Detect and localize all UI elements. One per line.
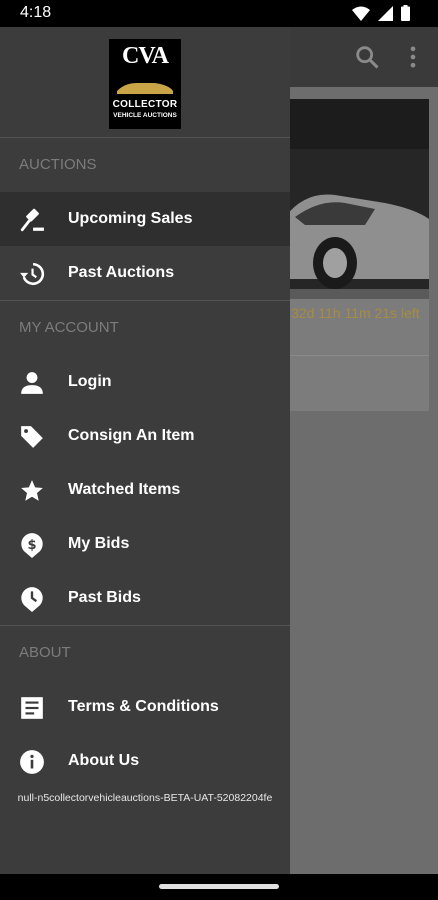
section-header-about: ABOUT (19, 644, 71, 661)
nav-label: Upcoming Sales (68, 210, 193, 227)
home-gesture-handle[interactable] (159, 884, 279, 889)
svg-text:$: $ (27, 538, 36, 553)
logo-line2: VEHICLE AUCTIONS (113, 112, 177, 119)
navigation-drawer: CVA COLLECTOR VEHICLE AUCTIONS AUCTIONS … (0, 27, 290, 874)
logo-monogram: CVA (122, 43, 169, 69)
section-header-auctions: AUCTIONS (19, 156, 97, 173)
nav-label: Consign An Item (68, 427, 195, 444)
nav-label: Watched Items (68, 481, 181, 498)
nav-label: Past Bids (68, 589, 141, 606)
battery-icon (401, 5, 410, 21)
nav-item-past-bids[interactable]: Past Bids (0, 571, 290, 625)
person-icon (21, 372, 43, 394)
nav-item-login[interactable]: Login (0, 355, 290, 409)
logo-car-graphic (117, 83, 173, 94)
star-icon (21, 480, 43, 501)
build-id: null-n5collectorvehicleauctions-BETA-UAT… (17, 792, 273, 804)
search-icon[interactable] (353, 43, 381, 71)
auction-time-left: 32d 11h 11m 21s left (291, 305, 420, 321)
status-icons (352, 5, 410, 21)
wifi-icon (352, 6, 370, 21)
drawer-header: CVA COLLECTOR VEHICLE AUCTIONS (0, 27, 290, 138)
nav-label: My Bids (68, 535, 130, 552)
bid-clock-icon (21, 587, 43, 612)
nav-label: Past Auctions (68, 264, 175, 281)
system-nav-bar (0, 874, 438, 900)
nav-label: Terms & Conditions (68, 698, 219, 715)
tag-icon (21, 426, 43, 448)
document-icon (21, 697, 43, 719)
info-icon (20, 750, 44, 774)
more-vert-icon[interactable] (399, 43, 427, 71)
logo-line1: COLLECTOR (112, 99, 178, 110)
nav-item-my-bids[interactable]: $ My Bids (0, 517, 290, 571)
section-header-my-account: MY ACCOUNT (19, 319, 119, 336)
nav-item-upcoming-sales[interactable]: Upcoming Sales (0, 192, 290, 246)
nav-label: Login (68, 373, 112, 390)
cva-logo: CVA COLLECTOR VEHICLE AUCTIONS (109, 39, 181, 129)
status-time: 4:18 (20, 4, 52, 21)
nav-item-consign[interactable]: Consign An Item (0, 409, 290, 463)
bid-dollar-icon: $ (21, 533, 43, 558)
nav-item-past-auctions[interactable]: Past Auctions (0, 246, 290, 300)
status-bar: 4:18 (0, 0, 438, 27)
gavel-icon (20, 208, 44, 232)
signal-icon (378, 5, 393, 21)
nav-label: About Us (68, 752, 140, 769)
nav-item-about-us[interactable]: About Us (0, 734, 290, 788)
nav-item-terms[interactable]: Terms & Conditions (0, 680, 290, 734)
history-icon (20, 262, 45, 286)
nav-item-watched-items[interactable]: Watched Items (0, 463, 290, 517)
